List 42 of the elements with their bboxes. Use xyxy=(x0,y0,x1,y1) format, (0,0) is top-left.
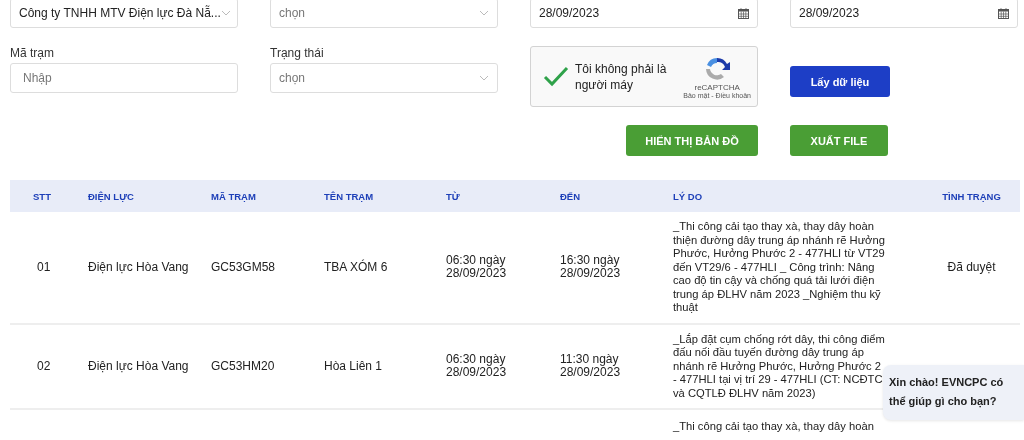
checkmark-icon[interactable] xyxy=(543,65,569,88)
table-cell: Hòa Liên 1 xyxy=(324,359,383,374)
dropdown[interactable]: chọn xyxy=(270,63,498,93)
column-header: STT xyxy=(32,190,52,202)
table-cell: 02 xyxy=(37,359,51,374)
table-cell: Đã duyệt xyxy=(947,260,996,275)
chat-bubble[interactable]: Xin chào! EVNCPC có thể giúp gì cho bạn? xyxy=(883,365,1024,420)
dropdown[interactable]: Công ty TNHH MTV Điện lực Đà Nẵ... xyxy=(10,0,238,28)
table-cell: GC53GM58 xyxy=(211,260,276,275)
chevron-down-icon xyxy=(479,10,489,16)
chevron-down-icon xyxy=(220,10,231,16)
column-header: ĐẾN xyxy=(560,190,582,202)
field-label: Mã trạm xyxy=(10,47,55,62)
calendar-icon xyxy=(998,7,1009,19)
captcha-brand: reCAPTCHA xyxy=(694,82,740,92)
table-cell-text: 06:30 ngày 28/09/2023 xyxy=(446,254,508,281)
input-field[interactable]: Nhập xyxy=(10,63,238,93)
table-cell: Điện lực Hòa Vang xyxy=(88,260,189,275)
column-header: TỪ xyxy=(446,190,461,202)
calendar-icon xyxy=(738,7,749,19)
captcha-label: Tôi không phải là người máy xyxy=(575,60,668,93)
field-label: Trạng thái xyxy=(270,47,325,62)
table-cell: 01 xyxy=(37,260,51,275)
table-cell-text: 16:30 ngày 28/09/2023 xyxy=(560,254,622,281)
table-cell: TBA XÓM 6 xyxy=(324,260,388,275)
table-cell-text: 11:30 ngày 28/09/2023 xyxy=(560,353,622,380)
table-cell: Điện lực Hòa Vang xyxy=(88,359,189,374)
column-header: TÌNH TRẠNG xyxy=(941,190,1002,202)
column-header: ĐIỆN LỰC xyxy=(88,190,135,202)
date-field[interactable]: 28/09/2023 xyxy=(530,0,758,28)
fetch-data-button[interactable]: Lấy dữ liệu xyxy=(790,66,890,97)
date-field[interactable]: 28/09/2023 xyxy=(790,0,1018,28)
table-cell-text: 06:30 ngày 28/09/2023 xyxy=(446,353,508,380)
dropdown[interactable]: chọn xyxy=(270,0,498,28)
table-cell: _Lắp đặt cụm chống rớt dây, thi công điểm đấu nối đầu tuyến đường dây trung áp nhánh rẽ Hưởng Phước, Hưởng Phước 2 - 477HLI tại vị trí 29 - 477HLI (CT: NCĐTC và CQTLĐ ĐLHV năm 2023) xyxy=(673,332,886,400)
table-cell: _Thi công cải tạo thay xà, thay dây hoàn thiện đường dây trung áp nhánh rẽ Hưởng Phước, Hưởng Phước 2 - 477HLI từ VT29 đến VT29/6 - 477HLI _ Công trình: Nâng cao độ tin cậy và chống quá tải lưới điện trung áp ĐLHV năm 2023 _Nghiệm thu kỹ thuật xyxy=(673,220,886,315)
chevron-down-icon xyxy=(479,75,489,81)
column-header: MÃ TRẠM xyxy=(211,190,257,202)
table-cell-text: _Thi công cải tạo thay xà, thay dây hoàn xyxy=(673,420,875,434)
column-header: LÝ DO xyxy=(673,190,704,202)
table-cell: GC53HM20 xyxy=(211,359,275,374)
column-header: TÊN TRẠM xyxy=(324,190,375,202)
